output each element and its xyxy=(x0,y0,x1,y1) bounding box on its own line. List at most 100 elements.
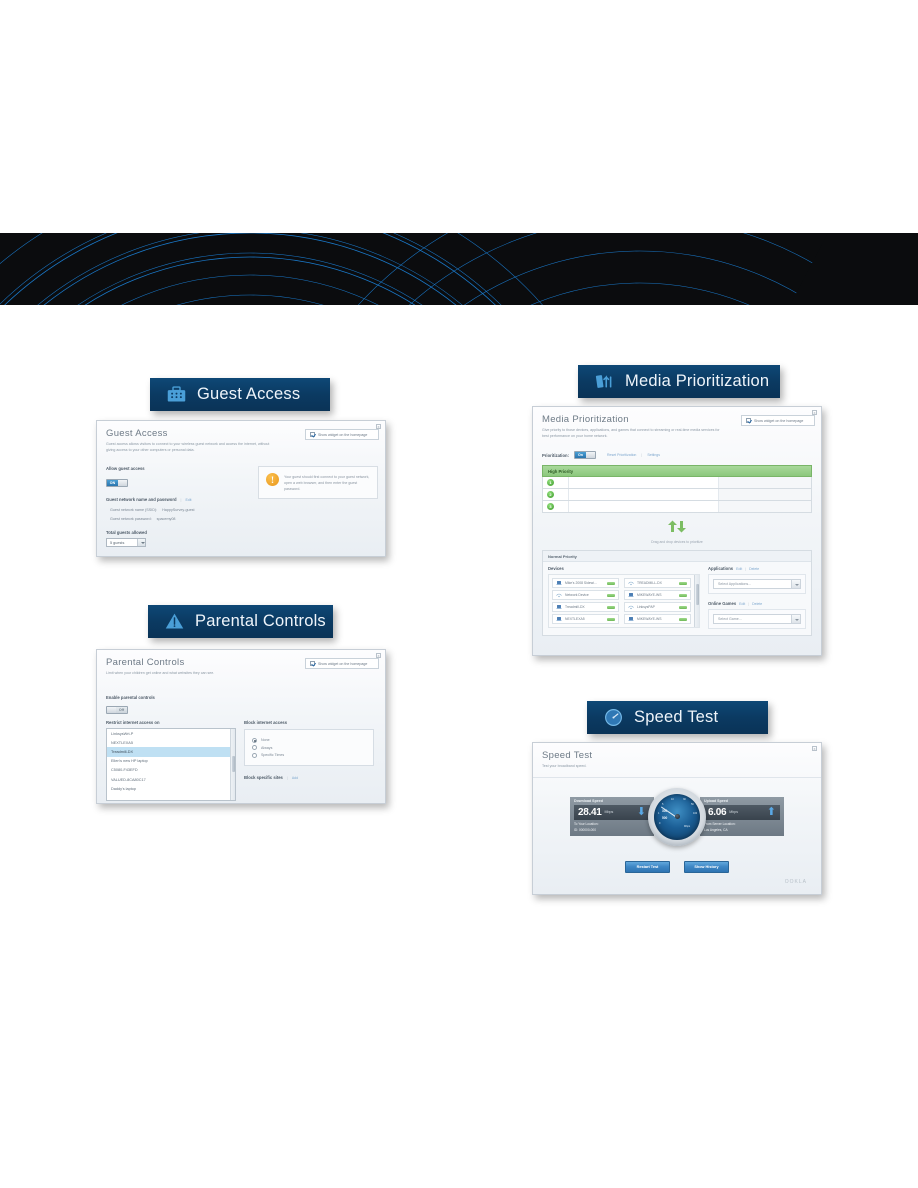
checkbox-icon xyxy=(746,418,751,423)
show-widget-checkbox[interactable]: Show widget on the homepage xyxy=(305,429,379,440)
speed-test-window: x Speed Test Test your broadband speed. … xyxy=(532,742,822,895)
edit-link[interactable]: Edit xyxy=(185,498,191,502)
radio-option-none[interactable]: None xyxy=(252,737,366,743)
toggle-knob xyxy=(586,452,595,458)
applications-edit-link[interactable]: Edit xyxy=(736,567,742,571)
scrollbar-thumb[interactable] xyxy=(231,755,236,772)
gauge-tick: 0 xyxy=(659,821,661,825)
radio-label: Always xyxy=(261,745,273,750)
total-guests-select[interactable]: 5 guests xyxy=(106,538,146,547)
allow-guest-access-toggle[interactable]: ON xyxy=(106,479,128,487)
list-item[interactable]: TREADMILL-DX xyxy=(624,578,691,588)
priority-rank: 1 xyxy=(543,477,569,488)
list-item[interactable]: Network Device xyxy=(552,590,619,600)
show-widget-checkbox[interactable]: Show widget on the homepage xyxy=(741,415,815,426)
reset-prioritization-link[interactable]: Reset Prioritization xyxy=(607,453,636,457)
high-priority-slot-row[interactable]: 3 xyxy=(542,501,812,513)
radio-label: Specific Times xyxy=(261,753,285,757)
radio-option-specific-times[interactable]: Specific Times xyxy=(252,752,366,758)
plaque-label: Parental Controls xyxy=(195,612,326,630)
radio-option-always[interactable]: Always xyxy=(252,745,366,750)
restart-test-button[interactable]: Restart Test xyxy=(625,860,670,873)
plaque-label: Guest Access xyxy=(197,385,301,403)
prioritization-toggle[interactable]: On xyxy=(574,451,596,459)
dropzone-text: Drag and drop devices to prioritize xyxy=(651,540,703,544)
applications-select[interactable]: Select Applications... xyxy=(713,579,801,589)
list-item[interactable]: LinksysWrt-P xyxy=(107,729,235,738)
list-item[interactable]: NEXTLEXA5 xyxy=(107,738,235,747)
dropzone[interactable]: Drag and drop devices to prioritize xyxy=(542,513,812,544)
add-site-link[interactable]: Add xyxy=(292,776,298,780)
slot-drop-area[interactable] xyxy=(569,501,719,512)
list-item[interactable]: Treadmill-DX xyxy=(107,747,235,757)
laptop-icon xyxy=(556,617,562,622)
device-name: MIKEWAYE-WS xyxy=(637,617,662,621)
show-widget-checkbox[interactable]: Show widget on the homepage xyxy=(305,658,379,669)
scrollbar-thumb[interactable] xyxy=(695,584,700,606)
checkbox-icon xyxy=(310,432,315,437)
page-description: Limit when your children get online and … xyxy=(106,671,215,675)
list-item[interactable]: MIKEWAYE-WS xyxy=(624,590,691,600)
list-item[interactable]: NEXTLEXA5 xyxy=(552,614,619,624)
upload-note-2: Los Angeles, CA xyxy=(704,828,728,833)
gauge-unit: Mbps xyxy=(684,824,691,828)
speed-test-body: Download Speed 28.41 Mbps ⬇ To Your Loca… xyxy=(533,776,821,885)
upload-arrow-icon: ⬆ xyxy=(766,806,776,819)
toggle-state-label: ON xyxy=(107,480,118,486)
toggle-knob xyxy=(118,480,127,486)
slot-drop-area[interactable] xyxy=(569,489,719,500)
device-name: NEXTLEXA5 xyxy=(565,617,585,621)
device-priority-bar xyxy=(679,593,687,597)
plaque-speed-test: Speed Test xyxy=(587,701,768,734)
network-icon xyxy=(556,593,562,598)
games-edit-link[interactable]: Edit xyxy=(739,602,745,606)
gauge-tick: 5 xyxy=(662,802,664,806)
list-item[interactable]: C5080-F43EFD xyxy=(107,766,235,775)
list-item[interactable]: VALUED-8CA80C17 xyxy=(107,775,235,784)
priority-badge: 1 xyxy=(547,479,554,486)
device-name: Treadmill-DX xyxy=(565,605,585,609)
high-priority-slot-row[interactable]: 2 xyxy=(542,489,812,501)
guest-network-section-label: Guest network name and password xyxy=(106,497,177,502)
list-item[interactable]: Ellen's new HP laptop xyxy=(107,757,235,766)
upload-note-1: From Server Location: xyxy=(704,821,736,826)
speed-readouts: Download Speed 28.41 Mbps ⬇ To Your Loca… xyxy=(533,787,821,846)
settings-link[interactable]: Settings xyxy=(647,453,660,457)
upload-value: 6.06 xyxy=(708,806,727,818)
list-item[interactable]: MIKEWAYE-WS xyxy=(624,614,691,624)
page-description: Test your broadband speed. xyxy=(542,764,587,768)
device-list-scrollbar[interactable] xyxy=(230,729,236,800)
device-priority-bar xyxy=(607,593,615,597)
show-widget-label: Show widget on the homepage xyxy=(318,432,368,437)
chevron-down-icon xyxy=(791,615,800,623)
device-grid-scrollbar[interactable] xyxy=(694,575,700,627)
games-select[interactable]: Select Game... xyxy=(713,614,801,624)
slot-right-area xyxy=(719,489,811,500)
toggle-state-label: On xyxy=(575,452,586,458)
device-priority-bar xyxy=(679,581,687,585)
applications-delete-link[interactable]: Delete xyxy=(749,567,759,571)
list-item[interactable]: Mike's 2008 Sidewi... xyxy=(552,578,619,588)
priority-rank: 3 xyxy=(543,501,569,512)
upload-panel: Upload Speed 6.06 Mbps ⬆ From Server Loc… xyxy=(700,797,784,837)
normal-priority-section: Normal Priority Devices Mike's 2008 Side… xyxy=(542,550,812,636)
list-item[interactable]: Treadmill-DX xyxy=(552,602,619,612)
show-history-button[interactable]: Show History xyxy=(684,860,729,873)
ookla-logo: OOKLA xyxy=(784,878,807,885)
drag-drop-arrows-icon xyxy=(668,520,686,533)
high-priority-slot-row[interactable]: 1 xyxy=(542,477,812,489)
list-item[interactable]: LinksysPAP xyxy=(624,602,691,612)
laptop-icon xyxy=(628,617,634,622)
block-internet-access-label: Block internet access xyxy=(244,720,288,725)
list-item[interactable]: Daddy's laptop xyxy=(107,784,235,793)
show-widget-label: Show widget on the homepage xyxy=(754,418,804,423)
restrict-device-list[interactable]: LinksysWrt-P NEXTLEXA5 Treadmill-DX Elle… xyxy=(106,728,236,801)
prioritization-label: Prioritization: xyxy=(542,452,569,458)
games-delete-link[interactable]: Delete xyxy=(752,602,762,606)
radio-icon xyxy=(252,752,257,758)
plaque-label: Media Prioritization xyxy=(625,372,770,390)
enable-parental-controls-toggle[interactable]: Off xyxy=(106,706,128,714)
toggle-knob xyxy=(107,707,116,713)
slot-drop-area[interactable] xyxy=(569,477,719,488)
page-description: Guest access allows visitors to connect … xyxy=(106,442,270,452)
